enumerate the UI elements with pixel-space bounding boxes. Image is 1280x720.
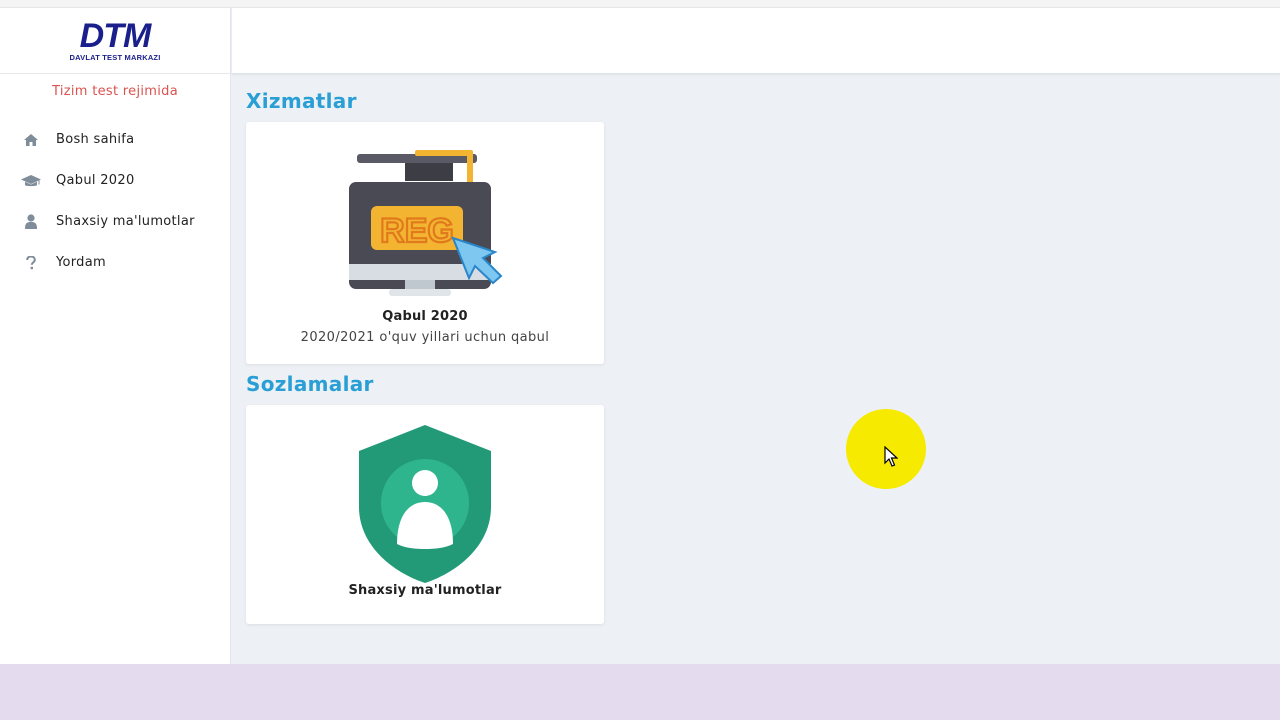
bottom-strip — [0, 664, 1280, 720]
sidebar-item-shaxsiy-malumotlar[interactable]: Shaxsiy ma'lumotlar — [0, 201, 230, 242]
sidebar-item-label: Qabul 2020 — [56, 173, 135, 188]
sidebar-item-bosh-sahifa[interactable]: Bosh sahifa — [0, 119, 230, 160]
logo-subtitle: DAVLAT TEST MARKAZI — [69, 52, 161, 62]
home-icon — [20, 130, 42, 150]
reg-text: REG — [380, 212, 454, 250]
card-description: 2020/2021 o'quv yillari uchun qabul — [300, 330, 550, 345]
logo-text: DTM — [79, 16, 152, 55]
top-header-bar — [232, 8, 1280, 74]
section-title-xizmatlar: Xizmatlar — [246, 89, 357, 113]
card-title: Shaxsiy ma'lumotlar — [348, 583, 502, 598]
user-shield-icon — [359, 425, 491, 583]
settings-card-shaxsiy-malumotlar[interactable]: Shaxsiy ma'lumotlar — [246, 405, 604, 624]
user-icon — [20, 212, 42, 232]
section-title-sozlamalar: Sozlamalar — [246, 372, 374, 396]
mouse-pointer-icon — [884, 446, 898, 467]
sidebar-menu: Bosh sahifa Qabul 2020 Shaxsiy ma'lumotl… — [0, 119, 230, 283]
question-icon — [20, 253, 42, 273]
browser-top-strip — [0, 0, 1280, 8]
service-card-qabul-2020[interactable]: REG Qabul 2020 2020/2021 o'quv yillari u… — [246, 122, 604, 364]
card-title: Qabul 2020 — [382, 309, 468, 324]
sidebar-item-label: Shaxsiy ma'lumotlar — [56, 214, 195, 229]
registration-monitor-icon: REG — [349, 150, 503, 296]
sidebar: DTM DAVLAT TEST MARKAZI Tizim test rejim… — [0, 8, 231, 664]
sidebar-item-label: Bosh sahifa — [56, 132, 135, 147]
sidebar-item-label: Yordam — [56, 255, 106, 270]
sidebar-item-yordam[interactable]: Yordam — [0, 242, 230, 283]
sidebar-item-qabul-2020[interactable]: Qabul 2020 — [0, 160, 230, 201]
test-mode-notice: Tizim test rejimida — [52, 84, 178, 99]
graduation-cap-icon — [20, 171, 42, 191]
logo[interactable]: DTM DAVLAT TEST MARKAZI — [0, 8, 230, 74]
